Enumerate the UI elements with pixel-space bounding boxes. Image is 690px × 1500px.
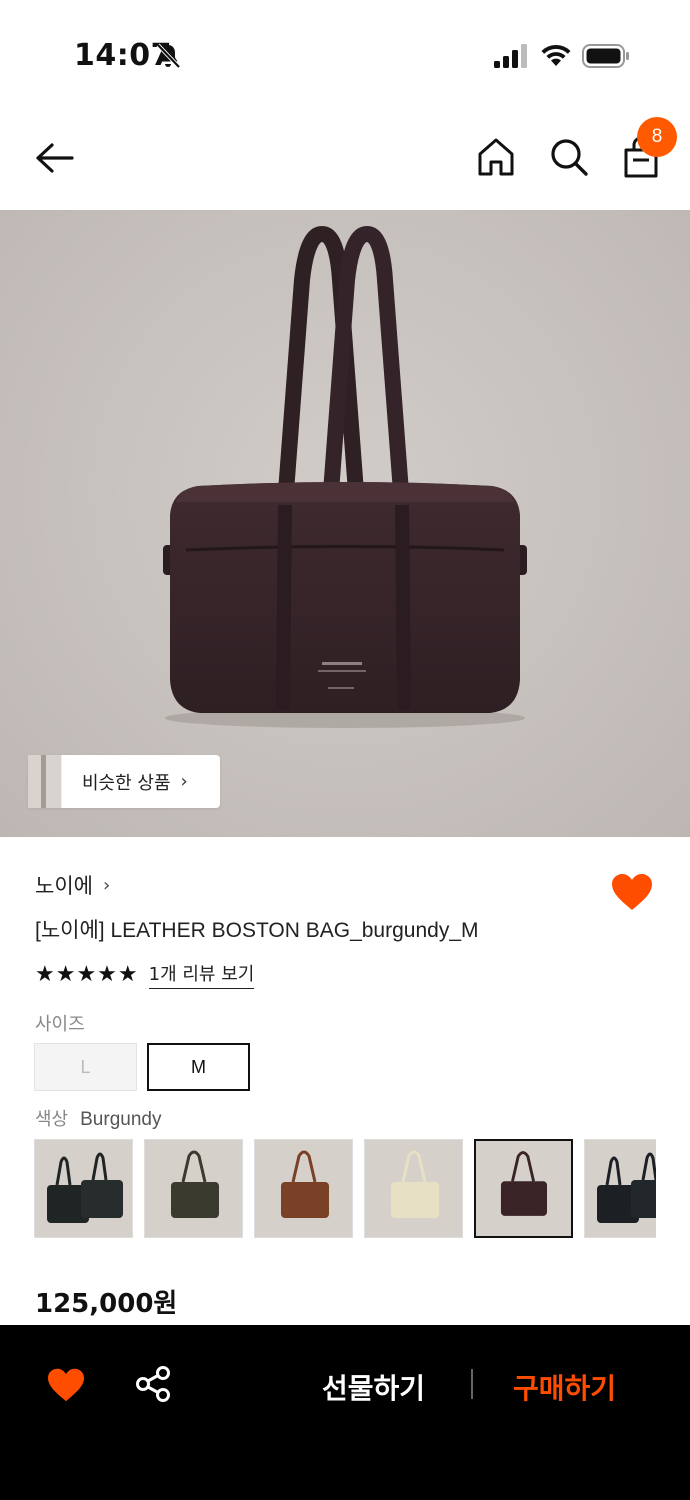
similar-products-label: 비슷한 상품 [82, 772, 171, 794]
price: 125,000원 [35, 1289, 178, 1319]
buy-button[interactable]: 구매하기 [513, 1367, 616, 1407]
cart-count-badge: 8 [637, 117, 677, 157]
color-value: Burgundy [80, 1109, 162, 1130]
size-label: 사이즈 [35, 1014, 85, 1035]
chevron-right-icon: › [180, 771, 188, 792]
top-nav [0, 110, 690, 210]
similar-thumbnail [28, 755, 62, 808]
gift-button[interactable]: 선물하기 [322, 1367, 425, 1407]
rating-row: ★★★★★ 1개 리뷰 보기 [35, 960, 255, 989]
bottom-action-bar: 선물하기 구매하기 [0, 1325, 690, 1500]
review-link[interactable]: 1개 리뷰 보기 [148, 960, 255, 989]
status-bar: 14:07 [0, 0, 690, 110]
product-title: [노이에] LEATHER BOSTON BAG_burgundy_M [35, 919, 479, 942]
color-row: 색상 Burgundy [35, 1105, 161, 1131]
color-swatch-list [34, 1139, 656, 1239]
color-swatch-black[interactable] [34, 1139, 133, 1238]
heart-icon[interactable] [610, 872, 654, 912]
color-swatch-navy[interactable] [584, 1139, 656, 1238]
color-swatch-brown[interactable] [254, 1139, 353, 1238]
chevron-right-icon: › [102, 874, 111, 896]
heart-icon[interactable] [46, 1367, 86, 1403]
share-icon[interactable] [134, 1365, 172, 1403]
size-option-l[interactable]: L [34, 1043, 137, 1091]
rating-stars: ★★★★★ [35, 962, 139, 987]
brand-link[interactable]: 노이에 › [35, 870, 110, 900]
home-icon[interactable] [476, 136, 516, 178]
color-swatch-cream[interactable] [364, 1139, 463, 1238]
color-swatch-olive[interactable] [144, 1139, 243, 1238]
size-option-m[interactable]: M [147, 1043, 250, 1091]
bag-illustration [163, 226, 527, 728]
color-swatch-burgundy[interactable] [474, 1139, 573, 1238]
back-arrow-icon[interactable] [32, 140, 76, 176]
similar-products-button[interactable]: 비슷한 상품 › [28, 755, 220, 808]
search-icon[interactable] [548, 136, 590, 178]
brand-name: 노이에 [35, 874, 93, 898]
divider [471, 1369, 473, 1399]
wifi-icon [541, 44, 571, 66]
battery-icon [582, 44, 629, 68]
signal-icon [494, 44, 527, 68]
color-label: 색상 [35, 1109, 69, 1130]
bell-slash-icon [156, 43, 181, 69]
product-hero-image[interactable]: 비슷한 상품 › [0, 210, 690, 837]
